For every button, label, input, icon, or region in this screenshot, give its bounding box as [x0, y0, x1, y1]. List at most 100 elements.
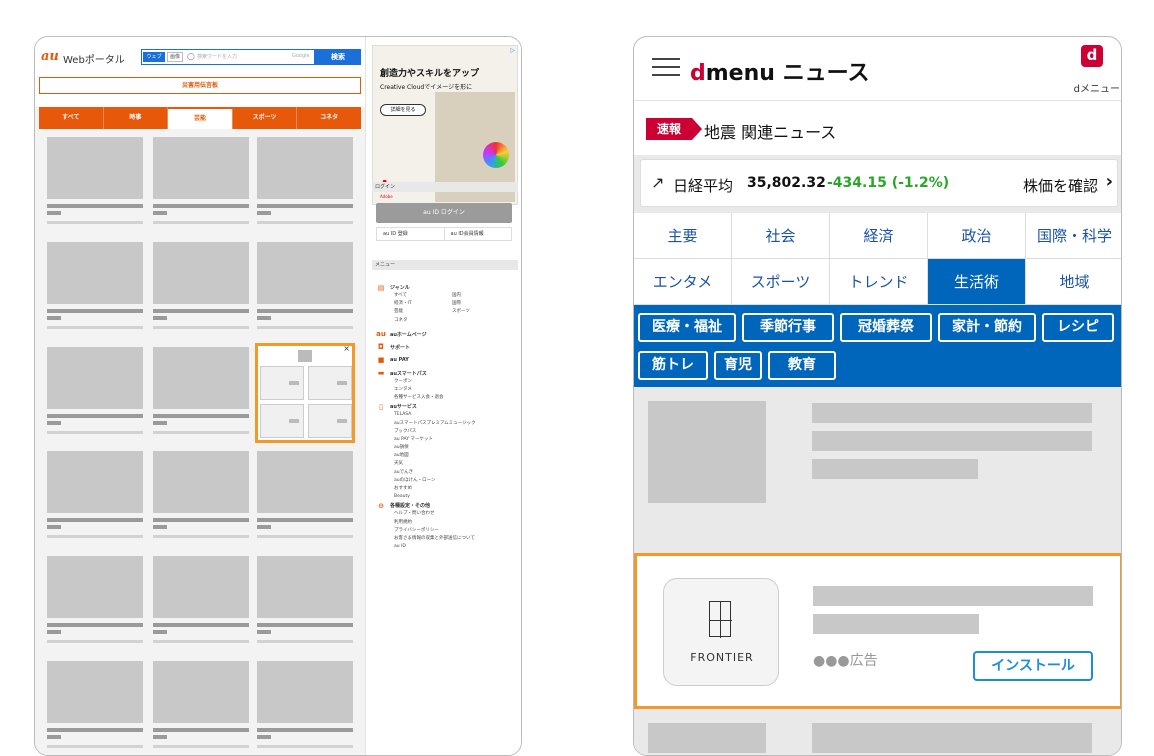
- menu-subitem[interactable]: 利用規約: [376, 519, 516, 527]
- tab-entertainment[interactable]: 芸能: [168, 109, 233, 129]
- tab-sports[interactable]: スポーツ: [233, 107, 298, 129]
- menu-subitem[interactable]: au PAY マーケット: [376, 436, 516, 444]
- tab-sports[interactable]: スポーツ: [732, 259, 830, 305]
- menu-subitem[interactable]: プライバシーポリシー: [376, 527, 516, 535]
- article-card[interactable]: [257, 661, 353, 755]
- menu-au-pay[interactable]: ■ au PAY: [376, 356, 516, 365]
- hamburger-menu-icon[interactable]: [652, 58, 680, 76]
- settings-icon: ⊖: [378, 501, 384, 510]
- tab-trend[interactable]: トレンド: [830, 259, 928, 305]
- article-card[interactable]: [257, 556, 353, 652]
- menu-subitem[interactable]: おすすめ: [376, 485, 516, 493]
- frontier-app-icon[interactable]: FRONTIER: [663, 578, 779, 686]
- menu-subitem[interactable]: auでんき: [376, 469, 516, 477]
- menu-support[interactable]: ◘ サポート: [376, 343, 516, 352]
- tab-economy[interactable]: 経済: [830, 213, 928, 259]
- dmenu-logo[interactable]: dmenu ニュース: [690, 55, 870, 87]
- menu-subitem[interactable]: auのほけん・ローン: [376, 477, 516, 485]
- menu-subitem[interactable]: au損保: [376, 444, 516, 452]
- breaking-headline[interactable]: 地震 関連ニュース: [704, 119, 836, 143]
- article-title-placeholder[interactable]: [812, 431, 1092, 451]
- article-card[interactable]: [153, 661, 249, 755]
- article-card[interactable]: [153, 347, 249, 443]
- menu-subitem[interactable]: auスマートパスプレミアムミュージック: [376, 420, 516, 428]
- menu-subitem[interactable]: 天気: [376, 460, 516, 468]
- article-card[interactable]: [47, 451, 143, 547]
- menu-smartpass[interactable]: ▬ auスマートパス: [376, 369, 516, 378]
- search-input[interactable]: 検索ワードを入力: [197, 53, 237, 60]
- ad-details-button[interactable]: 詳細を見る: [380, 104, 426, 116]
- article-card[interactable]: [153, 451, 249, 547]
- close-icon[interactable]: ×: [343, 344, 350, 353]
- article-thumbnail[interactable]: [648, 401, 766, 503]
- subcat-education[interactable]: 教育: [768, 351, 836, 380]
- menu-subitem[interactable]: Beauty: [376, 493, 516, 501]
- article-card[interactable]: [47, 242, 143, 338]
- article-card[interactable]: [47, 661, 143, 755]
- adobe-ad-banner[interactable]: ▷ 創造力やスキルをアップ Creative Cloudでイメージを形に 詳細を…: [372, 45, 518, 205]
- au-id-register-link[interactable]: au ID 登録: [377, 228, 444, 240]
- article-thumbnail[interactable]: [648, 723, 766, 753]
- chevron-right-icon[interactable]: ›: [1106, 171, 1113, 192]
- article-title-placeholder[interactable]: [812, 459, 978, 479]
- search-button[interactable]: 検索: [315, 49, 361, 65]
- menu-subitem[interactable]: ヘルプ・問い合わせ: [376, 510, 516, 518]
- subcat-medical-welfare[interactable]: 医療・福祉: [638, 313, 736, 342]
- tab-all[interactable]: すべて: [39, 107, 104, 129]
- menu-subitem[interactable]: 各種サービス入会・退会: [376, 394, 516, 402]
- tab-lifestyle[interactable]: 生活術: [928, 259, 1026, 305]
- subcat-childcare[interactable]: 育児: [714, 351, 762, 380]
- menu-subitem[interactable]: エンタメ: [376, 386, 516, 394]
- tab-region[interactable]: 地域: [1026, 259, 1121, 305]
- article-card[interactable]: [153, 556, 249, 652]
- article-card[interactable]: [47, 347, 143, 443]
- menu-subitem[interactable]: お客さま情報の収集と外部送信について: [376, 535, 516, 543]
- subcat-ceremonies[interactable]: 冠婚葬祭: [840, 313, 932, 342]
- subcat-household-savings[interactable]: 家計・節約: [938, 313, 1036, 342]
- install-button[interactable]: インストール: [973, 651, 1093, 681]
- search-box[interactable]: ウェブ 画像 ○ 検索ワードを入力 Google: [141, 49, 315, 65]
- ad-info-icon[interactable]: ▷: [510, 47, 515, 54]
- tab-main[interactable]: 主要: [634, 213, 732, 259]
- subcat-recipes[interactable]: レシピ: [1042, 313, 1114, 342]
- menu-subitem[interactable]: TELASA: [376, 411, 516, 419]
- article-card[interactable]: [47, 137, 143, 233]
- menu-subitem[interactable]: au ID: [376, 543, 516, 551]
- menu-subitem[interactable]: クーポン: [376, 378, 516, 386]
- au-logo[interactable]: au: [41, 49, 59, 64]
- menu-au-service[interactable]: ▯ auサービス: [376, 402, 516, 411]
- stock-widget[interactable]: ↗ 日経平均 35,802.32 -434.15 (-1.2%) 株価を確認 ›: [640, 159, 1118, 207]
- tab-international-science[interactable]: 国際・科学: [1026, 213, 1121, 259]
- smartpass-icon: ▬: [377, 369, 385, 378]
- subcat-seasonal-events[interactable]: 季節行事: [742, 313, 834, 342]
- tab-koneta[interactable]: コネタ: [297, 107, 361, 129]
- search-tab-web[interactable]: ウェブ: [143, 52, 165, 62]
- article-card[interactable]: [47, 556, 143, 652]
- au-id-member-info-link[interactable]: au ID会員情報: [443, 228, 512, 240]
- menu-settings[interactable]: ⊖ 各種設定・その他: [376, 501, 516, 510]
- article-card[interactable]: [257, 242, 353, 338]
- article-card[interactable]: [153, 242, 249, 338]
- menu-subitem[interactable]: ブックパス: [376, 428, 516, 436]
- highlighted-app-ad[interactable]: FRONTIER ●●●広告 インストール: [634, 553, 1121, 709]
- subcat-workout[interactable]: 筋トレ: [638, 351, 708, 380]
- au-id-login-button[interactable]: au ID ログイン: [376, 203, 512, 223]
- dmenu-app-icon[interactable]: d: [1081, 45, 1103, 67]
- article-card[interactable]: [257, 137, 353, 233]
- menu-au-homepage[interactable]: au auホームページ: [376, 330, 516, 339]
- article-card[interactable]: [257, 451, 353, 547]
- breaking-news-bar[interactable]: 速報 地震 関連ニュース: [634, 101, 1121, 155]
- article-card[interactable]: [153, 137, 249, 233]
- article-title-placeholder[interactable]: [812, 723, 1092, 753]
- tab-current-affairs[interactable]: 時事: [104, 107, 169, 129]
- menu-subitem[interactable]: au地図: [376, 452, 516, 460]
- tab-society[interactable]: 社会: [732, 213, 830, 259]
- menu-genre[interactable]: ▤ ジャンル: [376, 283, 516, 292]
- highlighted-ad-card[interactable]: ×: [255, 343, 355, 443]
- tab-entertainment[interactable]: エンタメ: [634, 259, 732, 305]
- disaster-message-board-link[interactable]: 災害用伝言板: [39, 77, 361, 94]
- tab-politics[interactable]: 政治: [928, 213, 1026, 259]
- check-stock-link[interactable]: 株価を確認: [1023, 175, 1098, 196]
- search-tab-image[interactable]: 画像: [167, 52, 183, 62]
- article-title-placeholder[interactable]: [812, 403, 1092, 423]
